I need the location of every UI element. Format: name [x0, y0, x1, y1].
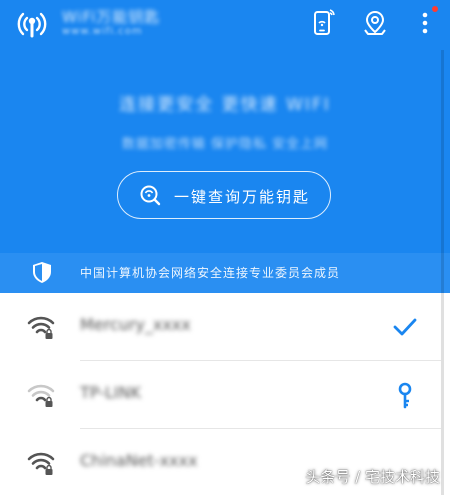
app-subtitle: www.wifi.com: [62, 26, 143, 37]
shield-icon: [33, 262, 51, 283]
wifi-ssid: Mercury_xxxx: [80, 315, 191, 334]
wifi-ssid: ChinaNet-xxxx: [80, 451, 198, 470]
query-key-button-label: 一键查询万能钥匙: [174, 188, 311, 206]
wifi-ssid: TP-LINK: [80, 383, 141, 402]
security-banner: 中国计算机协会网络安全连接专业委员会成员: [0, 253, 450, 293]
logo-icon[interactable]: [14, 6, 50, 42]
security-text: 中国计算机协会网络安全连接专业委员会成员: [80, 266, 341, 280]
wifi-locked-icon: [27, 452, 55, 475]
phone-wifi-icon[interactable]: [307, 8, 337, 38]
notification-dot: [432, 6, 438, 12]
app-title: WiFi万能钥匙: [62, 8, 161, 26]
hero-description: 数据加密传输 保护隐私 安全上网: [121, 137, 329, 152]
more-icon[interactable]: [410, 8, 440, 38]
hero-panel: 连接更安全 更快速 WIFI 数据加密传输 保护隐私 安全上网 一键查询万能钥匙…: [0, 50, 450, 293]
check-icon: [393, 318, 417, 336]
location-icon[interactable]: [360, 8, 390, 38]
top-app-bar: WiFi万能钥匙 www.wifi.com: [0, 0, 450, 50]
wifi-locked-icon: [27, 316, 55, 339]
wifi-locked-icon: [27, 384, 55, 407]
wifi-list-item[interactable]: TP-LINK: [0, 361, 441, 429]
search-key-icon: [140, 185, 161, 206]
key-icon[interactable]: [391, 381, 419, 409]
hero-headline: 连接更安全 更快速 WIFI: [119, 95, 331, 115]
query-key-button[interactable]: 一键查询万能钥匙: [117, 171, 331, 219]
scrollbar[interactable]: [441, 50, 444, 495]
watermark: 头条号 / 宅技术科技: [305, 468, 440, 486]
wifi-list-item[interactable]: Mercury_xxxx: [0, 293, 441, 361]
